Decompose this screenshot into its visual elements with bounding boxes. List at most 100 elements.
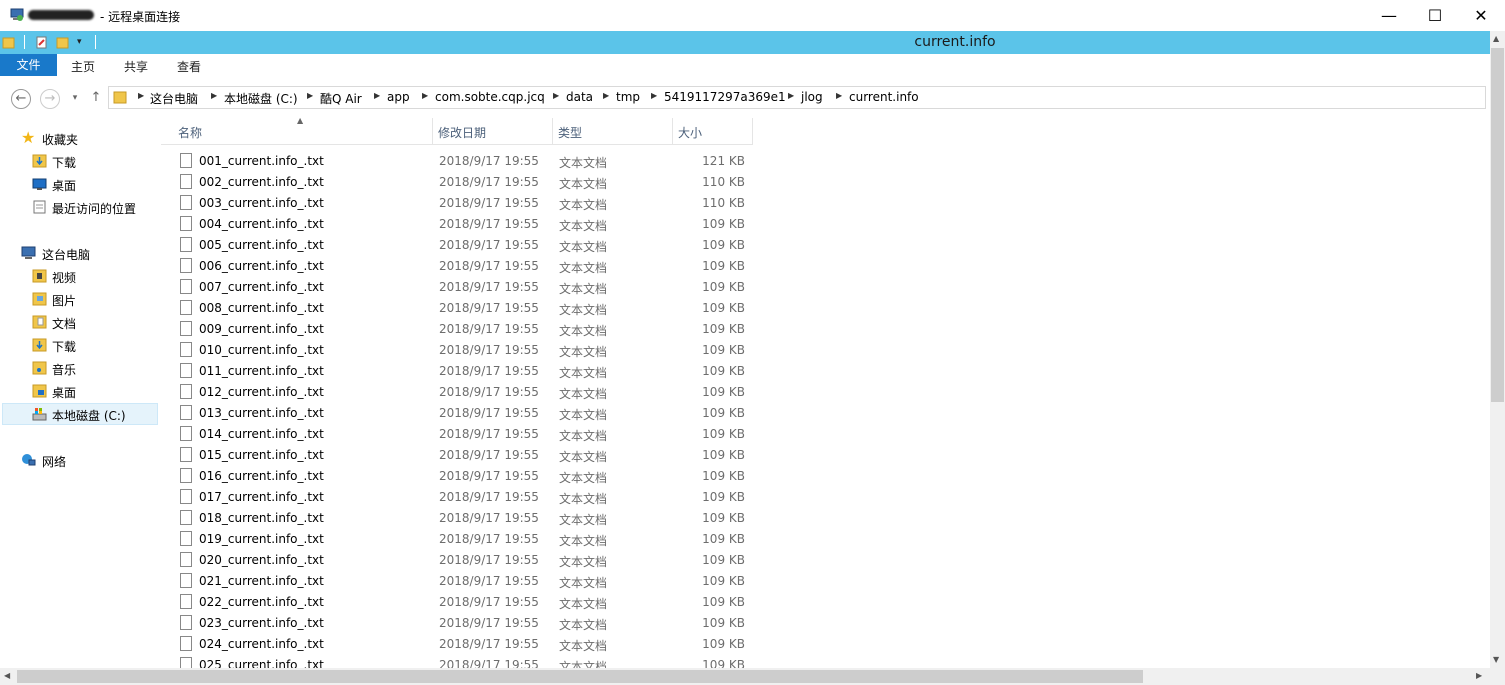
table-row[interactable]: 019_current.info_.txt 2018/9/17 19:55 文本文档… (161, 529, 753, 550)
breadcrumb-item[interactable]: 酷Q Air (320, 90, 362, 107)
sidebar-item-recent[interactable]: 最近访问的位置 (52, 200, 136, 217)
sidebar-item-videos[interactable]: 视频 (52, 269, 76, 286)
table-row[interactable]: 012_current.info_.txt 2018/9/17 19:55 文本文档… (161, 382, 753, 403)
table-row[interactable]: 023_current.info_.txt 2018/9/17 19:55 文本文档… (161, 613, 753, 634)
sidebar-this-pc[interactable]: 这台电脑 (42, 246, 90, 263)
chevron-right-icon[interactable]: ▶ (211, 91, 217, 100)
column-divider[interactable] (672, 118, 673, 144)
column-size[interactable]: 大小 (678, 124, 702, 141)
scroll-left-icon[interactable]: ◀ (4, 671, 10, 680)
star-icon: ★ (21, 128, 36, 147)
tab-share[interactable]: 共享 (124, 54, 148, 80)
table-row[interactable]: 021_current.info_.txt 2018/9/17 19:55 文本文档… (161, 571, 753, 592)
table-row[interactable]: 007_current.info_.txt 2018/9/17 19:55 文本文档… (161, 277, 753, 298)
close-button[interactable]: ✕ (1458, 0, 1504, 31)
sidebar-item-downloads-pc[interactable]: 下载 (52, 338, 76, 355)
table-row[interactable]: 020_current.info_.txt 2018/9/17 19:55 文本文档… (161, 550, 753, 571)
table-row[interactable]: 004_current.info_.txt 2018/9/17 19:55 文本文档… (161, 214, 753, 235)
tab-home[interactable]: 主页 (71, 54, 95, 80)
sidebar-network[interactable]: 网络 (42, 453, 66, 470)
table-row[interactable]: 008_current.info_.txt 2018/9/17 19:55 文本文档… (161, 298, 753, 319)
sidebar-item-pictures[interactable]: 图片 (52, 292, 76, 309)
chevron-right-icon[interactable]: ▶ (138, 91, 144, 100)
file-type: 文本文档 (559, 345, 608, 359)
file-name: 010_current.info_.txt (199, 343, 324, 357)
breadcrumb-item[interactable]: current.info (849, 90, 919, 104)
chevron-right-icon[interactable]: ▶ (553, 91, 559, 100)
table-row[interactable]: 001_current.info_.txt 2018/9/17 19:55 文本文档… (161, 151, 753, 172)
table-row[interactable]: 011_current.info_.txt 2018/9/17 19:55 文本文档… (161, 361, 753, 382)
file-size: 109 KB (702, 532, 745, 546)
table-row[interactable]: 016_current.info_.txt 2018/9/17 19:55 文本文档… (161, 466, 753, 487)
address-bar[interactable] (108, 86, 1486, 109)
breadcrumb-item[interactable]: 本地磁盘 (C:) (224, 90, 298, 107)
table-row[interactable]: 013_current.info_.txt 2018/9/17 19:55 文本文档… (161, 403, 753, 424)
chevron-right-icon[interactable]: ▶ (651, 91, 657, 100)
window-titlebar[interactable] (0, 0, 1505, 31)
table-row[interactable]: 005_current.info_.txt 2018/9/17 19:55 文本文档… (161, 235, 753, 256)
file-name: 012_current.info_.txt (199, 385, 324, 399)
recent-locations-icon[interactable]: ▾ (66, 89, 84, 107)
file-name: 018_current.info_.txt (199, 511, 324, 525)
table-row[interactable]: 022_current.info_.txt 2018/9/17 19:55 文本文档… (161, 592, 753, 613)
file-type: 文本文档 (559, 177, 608, 191)
breadcrumb-item[interactable]: app (387, 90, 410, 104)
tab-view[interactable]: 查看 (177, 54, 201, 80)
text-file-icon (180, 573, 192, 588)
breadcrumb-item[interactable]: 这台电脑 (150, 90, 198, 107)
chevron-right-icon[interactable]: ▶ (603, 91, 609, 100)
minimize-button[interactable]: — (1366, 0, 1412, 31)
file-date: 2018/9/17 19:55 (439, 532, 539, 546)
file-type: 文本文档 (559, 576, 608, 590)
table-row[interactable]: 014_current.info_.txt 2018/9/17 19:55 文本文档… (161, 424, 753, 445)
breadcrumb-item[interactable]: com.sobte.cqp.jcq (435, 90, 545, 104)
up-button[interactable]: ↑ (87, 89, 105, 107)
table-row[interactable]: 009_current.info_.txt 2018/9/17 19:55 文本文档… (161, 319, 753, 340)
breadcrumb-item[interactable]: jlog (801, 90, 823, 104)
column-name[interactable]: 名称 (178, 124, 202, 141)
table-row[interactable]: 024_current.info_.txt 2018/9/17 19:55 文本文档… (161, 634, 753, 655)
vertical-scroll-thumb[interactable] (1491, 48, 1504, 402)
table-row[interactable]: 018_current.info_.txt 2018/9/17 19:55 文本文档… (161, 508, 753, 529)
scroll-up-icon[interactable]: ▲ (1493, 34, 1499, 43)
breadcrumb-item[interactable]: 5419117297a369e1 (664, 90, 786, 104)
chevron-right-icon[interactable]: ▶ (374, 91, 380, 100)
breadcrumb-item[interactable]: data (566, 90, 593, 104)
file-date: 2018/9/17 19:55 (439, 406, 539, 420)
table-row[interactable]: 006_current.info_.txt 2018/9/17 19:55 文本文档… (161, 256, 753, 277)
file-size: 109 KB (702, 469, 745, 483)
breadcrumb-item[interactable]: tmp (616, 90, 640, 104)
tab-file[interactable]: 文件 (0, 54, 57, 76)
table-row[interactable]: 015_current.info_.txt 2018/9/17 19:55 文本文档… (161, 445, 753, 466)
scroll-right-icon[interactable]: ▶ (1476, 671, 1482, 680)
file-date: 2018/9/17 19:55 (439, 364, 539, 378)
table-row[interactable]: 017_current.info_.txt 2018/9/17 19:55 文本文档… (161, 487, 753, 508)
sidebar-favorites[interactable]: 收藏夹 (42, 131, 78, 148)
sidebar-item-local-disk[interactable]: 本地磁盘 (C:) (52, 407, 126, 424)
forward-button[interactable]: → (40, 89, 60, 109)
sidebar-item-downloads[interactable]: 下载 (52, 154, 76, 171)
sidebar-item-desktop-pc[interactable]: 桌面 (52, 384, 76, 401)
text-file-icon (180, 174, 192, 189)
file-type: 文本文档 (559, 429, 608, 443)
table-row[interactable]: 010_current.info_.txt 2018/9/17 19:55 文本文档… (161, 340, 753, 361)
column-type[interactable]: 类型 (558, 124, 582, 141)
column-date[interactable]: 修改日期 (438, 124, 486, 141)
sidebar-item-documents[interactable]: 文档 (52, 315, 76, 332)
file-size: 109 KB (702, 280, 745, 294)
back-button[interactable]: ← (11, 89, 31, 109)
chevron-right-icon[interactable]: ▶ (836, 91, 842, 100)
table-row[interactable]: 002_current.info_.txt 2018/9/17 19:55 文本文档… (161, 172, 753, 193)
column-divider[interactable] (552, 118, 553, 144)
table-row[interactable]: 003_current.info_.txt 2018/9/17 19:55 文本文档… (161, 193, 753, 214)
chevron-right-icon[interactable]: ▶ (307, 91, 313, 100)
table-row[interactable]: 025_current.info_.txt 2018/9/17 19:55 文本文档… (161, 655, 753, 668)
scroll-down-icon[interactable]: ▼ (1493, 655, 1499, 664)
horizontal-scroll-thumb[interactable] (17, 670, 1143, 683)
sidebar-item-music[interactable]: 音乐 (52, 361, 76, 378)
chevron-right-icon[interactable]: ▶ (788, 91, 794, 100)
maximize-button[interactable]: ☐ (1412, 0, 1458, 31)
sidebar-item-desktop[interactable]: 桌面 (52, 177, 76, 194)
column-divider[interactable] (432, 118, 433, 144)
chevron-right-icon[interactable]: ▶ (422, 91, 428, 100)
